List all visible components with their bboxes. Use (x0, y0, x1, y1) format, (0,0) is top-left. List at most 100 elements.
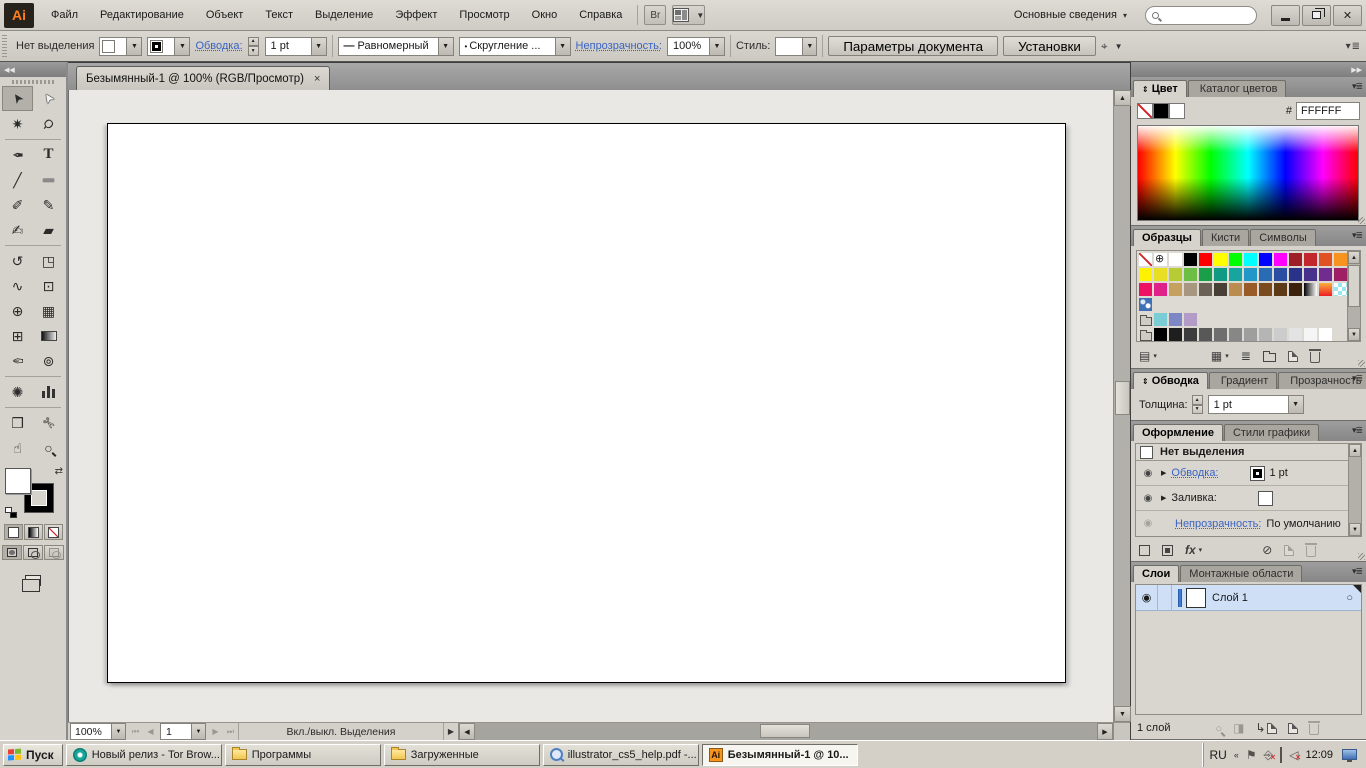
screen-mode-button[interactable] (20, 571, 46, 589)
opacity-panel-link[interactable]: Непрозрачность: (576, 40, 662, 52)
pencil-tool[interactable]: ✎ (33, 192, 64, 217)
expand-triangle-icon[interactable]: ▶ (1161, 469, 1166, 477)
swatch-f7931e[interactable] (1333, 252, 1348, 267)
color-black-swatch[interactable] (1153, 103, 1169, 119)
weight-dropdown[interactable]: 1 pt ▼ (1208, 395, 1304, 414)
next-artboard-button[interactable]: ▶ (208, 723, 223, 740)
document-setup-button[interactable]: Параметры документа (828, 36, 998, 56)
weight-stepper[interactable]: ▲▼ (1192, 395, 1203, 414)
draw-inside-button[interactable] (44, 545, 64, 560)
show-kinds-icon[interactable]: ▦▾ (1211, 350, 1229, 362)
blob-brush-tool[interactable]: ✍ (2, 217, 33, 242)
tab-swatches[interactable]: Образцы (1133, 229, 1201, 246)
swatch-47318c[interactable] (1303, 267, 1318, 282)
close-button[interactable]: ✕ (1333, 5, 1362, 26)
swatch-0000ff[interactable] (1258, 252, 1273, 267)
tab-brushes[interactable]: Кисти (1202, 229, 1249, 246)
swatch-283389[interactable] (1288, 267, 1303, 282)
swatch-9e9e9e[interactable] (1243, 327, 1258, 342)
delete-swatch-icon[interactable] (1310, 350, 1320, 363)
artboard-number-dropdown[interactable]: 1 ▼ (160, 723, 206, 740)
resize-grip-icon[interactable] (1358, 217, 1365, 224)
layer-lock-cell[interactable] (1158, 585, 1172, 610)
paintbrush-tool[interactable]: ✐ (2, 192, 33, 217)
hand-tool[interactable]: ☝ (2, 435, 33, 460)
scroll-down-icon[interactable]: ▼ (1348, 328, 1360, 341)
resize-grip-icon[interactable] (1358, 360, 1365, 367)
language-indicator[interactable]: RU (1210, 748, 1227, 762)
hardware-icon[interactable] (1280, 749, 1282, 761)
tab-stroke[interactable]: ⇕Обводка (1133, 372, 1208, 389)
menu-item[interactable]: Просмотр (450, 5, 518, 25)
appearance-fill-row[interactable]: ◉ ▶ Заливка: (1136, 486, 1348, 511)
panel-menu-icon[interactable]: ▾≣ (1352, 566, 1362, 577)
panel-menu-icon[interactable]: ▾≣ (1352, 81, 1362, 92)
bridge-button[interactable]: Br (644, 5, 666, 25)
layer-thumbnail[interactable] (1186, 588, 1206, 608)
mesh-tool[interactable]: ⊞ (2, 323, 33, 348)
default-fill-stroke-icon[interactable] (5, 507, 17, 518)
opacity-dropdown[interactable]: 100%▼ (667, 37, 725, 56)
new-effect-icon[interactable]: fx▾ (1185, 544, 1202, 556)
width-profile-dropdown[interactable]: —Равномерный ▼ (338, 37, 454, 56)
swatch-b39bc8[interactable] (1183, 312, 1198, 327)
swatch-2b4ea2[interactable] (1273, 267, 1288, 282)
stroke-swatch[interactable] (1250, 466, 1265, 481)
layer-name[interactable]: Слой 1 (1212, 592, 1248, 604)
scroll-up-icon[interactable]: ▲ (1348, 251, 1360, 264)
workspace-switcher[interactable]: Основные сведения ▾ (1006, 6, 1135, 24)
new-layer-icon[interactable] (1288, 723, 1298, 734)
stroke-weight-dropdown[interactable]: 1 pt▼ (265, 37, 327, 56)
swatch-gradient-bw[interactable] (1303, 282, 1318, 297)
swatch-2397c8[interactable] (1243, 267, 1258, 282)
scroll-thumb[interactable] (1348, 265, 1360, 307)
expand-triangle-icon[interactable]: ▶ (1161, 494, 1166, 502)
swatch-ed1164[interactable] (1138, 282, 1153, 297)
swatch-gradient-orange[interactable] (1318, 282, 1333, 297)
swatch-6cbe45[interactable] (1183, 267, 1198, 282)
swatch-cccccc[interactable] (1273, 327, 1288, 342)
swatch-c5a05f[interactable] (1168, 282, 1183, 297)
task-pdf-help[interactable]: illustrator_cs5_help.pdf -... (543, 744, 699, 766)
new-color-group-icon[interactable] (1263, 351, 1276, 362)
free-transform-tool[interactable]: ⊡ (33, 273, 64, 298)
tab-symbols[interactable]: Символы (1250, 229, 1316, 246)
brush-definition-dropdown[interactable]: •Скругление ... ▼ (459, 37, 571, 56)
swatch-722c8f[interactable] (1318, 267, 1333, 282)
menu-item[interactable]: Эффект (386, 5, 446, 25)
swatch-ffffff[interactable] (1318, 327, 1333, 342)
dock-collapse-button[interactable]: ▶▶ (1131, 62, 1366, 77)
swatch-e8de23[interactable] (1153, 267, 1168, 282)
new-fill-icon[interactable] (1162, 545, 1173, 556)
scroll-up-icon[interactable]: ▲ (1349, 444, 1361, 457)
swap-fill-stroke-icon[interactable]: ⇄ (55, 466, 63, 477)
artboard-tool[interactable]: ❒ (2, 410, 33, 435)
visibility-eye-icon[interactable]: ◉ (1140, 468, 1156, 479)
zoom-level-dropdown[interactable]: 100% ▼ (70, 723, 126, 740)
minimize-button[interactable] (1271, 5, 1300, 26)
menu-item[interactable]: Текст (256, 5, 302, 25)
slice-tool[interactable]: ✄ (33, 410, 64, 435)
swatch-000000[interactable] (1183, 252, 1198, 267)
column-graph-tool[interactable] (33, 379, 64, 404)
horizontal-scroll-thumb[interactable] (760, 724, 810, 738)
tab-close-icon[interactable]: × (314, 73, 320, 85)
layer-target-icon[interactable]: ○ (1346, 592, 1353, 604)
new-swatch-icon[interactable] (1288, 351, 1298, 362)
panel-menu-icon[interactable]: ▾≣ (1352, 373, 1362, 384)
stroke-color-dropdown[interactable]: ▼ (147, 37, 190, 56)
swatch-b5b5b5[interactable] (1258, 327, 1273, 342)
swatch-585858[interactable] (1198, 327, 1213, 342)
tools-grip[interactable] (12, 80, 54, 84)
shape-builder-tool[interactable]: ⊕ (2, 298, 33, 323)
menu-item[interactable]: Справка (570, 5, 631, 25)
swatch-473e35[interactable] (1213, 282, 1228, 297)
task-illustrator-doc[interactable]: Ai Безымянный-1 @ 10... (702, 744, 858, 766)
visibility-eye-icon[interactable]: ◉ (1140, 493, 1156, 504)
line-segment-tool[interactable]: ╱ (2, 167, 33, 192)
swatch-6b6156[interactable] (1198, 282, 1213, 297)
swatch-7b4b20[interactable] (1258, 282, 1273, 297)
direct-selection-tool[interactable]: ➤ (33, 86, 64, 111)
control-panel-menu-icon[interactable]: ▾≣ (1346, 41, 1360, 52)
pen-tool[interactable]: ✒ (2, 142, 33, 167)
